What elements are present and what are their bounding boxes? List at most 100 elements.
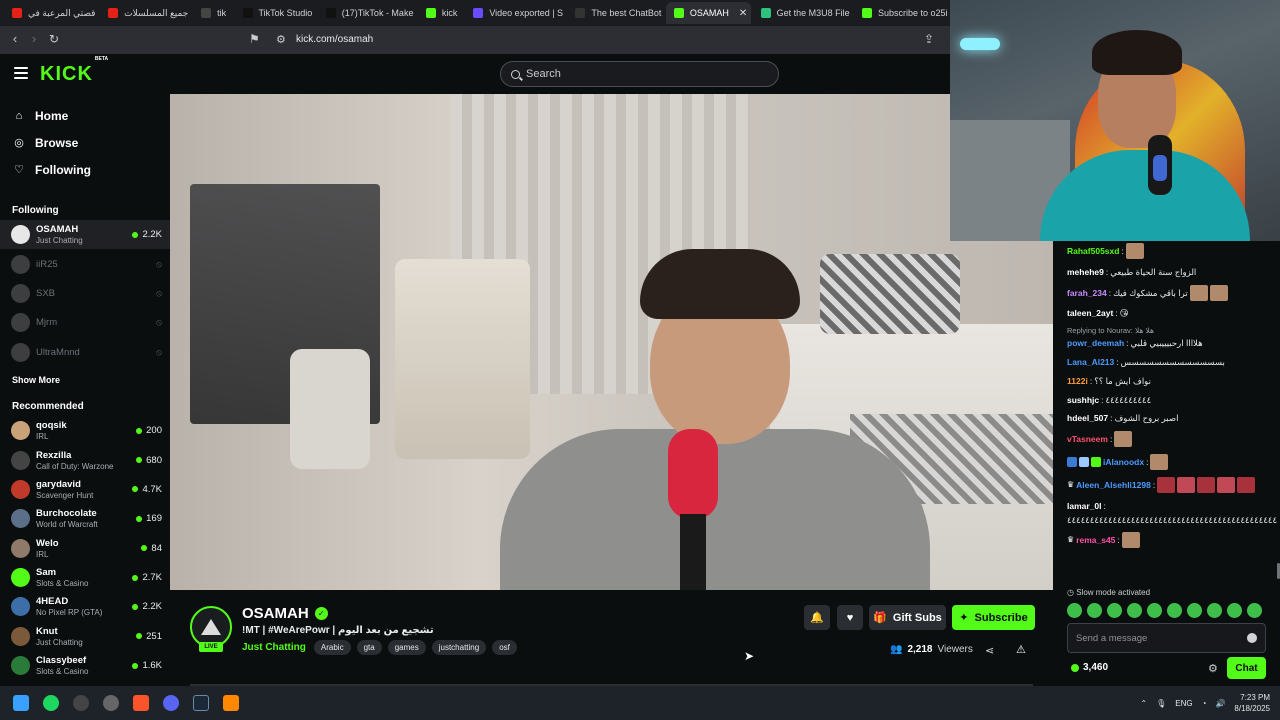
quick-emote-icon[interactable] — [1067, 603, 1082, 618]
chat-message[interactable]: powr_deemah: هلاااا ارحبيييبيي قلبي — [1067, 337, 1277, 349]
taskbar-brave[interactable] — [126, 688, 156, 718]
chat-username[interactable]: vTasneem — [1067, 433, 1108, 445]
chat-username[interactable]: Aleen_Alsehli1298 — [1076, 479, 1151, 491]
volume-icon[interactable]: 🔊 — [1215, 699, 1225, 708]
wifi-icon[interactable]: ◔ — [1202, 699, 1207, 708]
sidebar-channel[interactable]: garydavid Scavenger Hunt 4.7K — [0, 475, 170, 504]
chat-message[interactable]: Rahaf505sxd: — [1067, 243, 1277, 259]
chat-username[interactable]: rema_s45 — [1076, 534, 1115, 546]
chat-message-list[interactable]: Rahaf505sxd: mehehe9: الزواج سنة الحياة طب… — [1053, 241, 1277, 587]
share-page-icon[interactable]: ⇪ — [924, 32, 934, 46]
stream-category-link[interactable]: Just Chatting — [242, 642, 306, 653]
chat-message[interactable]: ♛ Aleen_Alsehli1298: — [1067, 476, 1277, 493]
browser-tab[interactable]: قصتي المرعبة في — [4, 2, 98, 24]
chat-message[interactable]: ♛ rema_s45: — [1067, 532, 1277, 549]
browser-tab[interactable]: (17)TikTok - Make — [318, 2, 416, 24]
sidebar-channel[interactable]: OSAMAH Just Chatting 2.2K — [0, 220, 170, 250]
quick-emote-icon[interactable] — [1247, 603, 1262, 618]
browser-tab[interactable]: OSAMAH ✕ — [665, 2, 751, 24]
chat-settings-icon[interactable]: ⚙ — [1208, 662, 1218, 675]
chat-username[interactable]: Rahaf505sxd — [1067, 245, 1119, 257]
sidebar-channel[interactable]: Welo IRL 84 — [0, 534, 170, 563]
report-icon[interactable]: ⚠ — [1016, 643, 1026, 656]
quick-emote-icon[interactable] — [1187, 603, 1202, 618]
forward-icon[interactable]: › — [24, 31, 44, 46]
quick-emote-icon[interactable] — [1207, 603, 1222, 618]
sidebar-channel[interactable]: qoqsik IRL 200 — [0, 416, 170, 445]
quick-emote-icon[interactable] — [1227, 603, 1242, 618]
chat-message[interactable]: taleen_2ayt: 😘 — [1067, 307, 1277, 319]
chat-username[interactable]: taleen_2ayt — [1067, 307, 1113, 319]
chat-username[interactable]: iAlanoodx — [1103, 456, 1144, 468]
emoji-picker-icon[interactable] — [1247, 633, 1257, 643]
quick-emote-icon[interactable] — [1107, 603, 1122, 618]
chat-message[interactable]: 1122i: نواف ايش ما ؟؟ — [1067, 375, 1277, 387]
quick-emote-icon[interactable] — [1087, 603, 1102, 618]
sidebar-channel[interactable]: Sam Slots & Casino 2.7K — [0, 563, 170, 592]
gift-subs-button[interactable]: 🎁 Gift Subs — [869, 605, 946, 630]
stream-tag[interactable]: osf — [492, 640, 517, 655]
chat-username[interactable]: farah_234 — [1067, 287, 1107, 299]
notification-bell-button[interactable]: 🔔 — [804, 605, 830, 630]
close-tab-icon[interactable]: ✕ — [739, 8, 747, 19]
chat-username[interactable]: mehehe9 — [1067, 266, 1104, 278]
stream-tag[interactable]: justchatting — [431, 640, 487, 655]
language-indicator[interactable]: ENG — [1175, 699, 1192, 708]
chat-message[interactable]: hdeel_507: اصبر بروح الشوف — [1067, 412, 1277, 424]
browser-tab[interactable]: Video exported | S — [465, 2, 565, 24]
sidebar-channel[interactable]: 4HEAD No Pixel RP (GTA) 2.2K — [0, 592, 170, 621]
subscribe-button[interactable]: ✦ Subscribe — [952, 605, 1035, 630]
share-icon[interactable]: ⋖ — [985, 644, 994, 657]
search-input[interactable]: Search — [500, 61, 779, 87]
microphone-icon[interactable]: 🎙 — [1156, 699, 1166, 708]
kick-logo[interactable]: KICKBETA — [40, 56, 108, 86]
taskbar-steam[interactable] — [186, 688, 216, 718]
sidebar-channel[interactable]: Rexzilla Call of Duty: Warzone 680 — [0, 445, 170, 474]
taskbar-vlc[interactable] — [216, 688, 246, 718]
chat-message[interactable]: lamar_0l: ٤٤٤٤٤٤٤٤٤٤٤٤٤٤٤٤٤٤٤٤٤٤٤٤٤٤٤٤٤٤٤… — [1067, 500, 1277, 526]
channel-points[interactable]: 3,460 — [1071, 662, 1108, 673]
chat-username[interactable]: lamar_0l — [1067, 500, 1102, 512]
chat-message[interactable]: mehehe9: الزواج سنة الحياة طبيعي — [1067, 266, 1277, 278]
streamer-name[interactable]: OSAMAH ✓ — [242, 605, 328, 622]
chat-username[interactable]: Lana_Al213 — [1067, 356, 1114, 368]
video-player[interactable] — [170, 94, 1053, 590]
chat-message-input[interactable]: Send a message — [1067, 623, 1266, 653]
browser-tab[interactable]: Get the M3U8 File — [753, 2, 852, 24]
send-chat-button[interactable]: Chat — [1227, 657, 1266, 679]
sidebar-channel[interactable]: UltraMnnd ⦸ — [0, 338, 170, 367]
browser-tab[interactable]: tik — [193, 2, 232, 24]
taskbar-spotify[interactable] — [36, 688, 66, 718]
browser-tab[interactable]: kick — [418, 2, 463, 24]
chat-message[interactable]: iAlanoodx: — [1067, 453, 1277, 470]
follow-heart-button[interactable]: ♥ — [837, 605, 863, 630]
chat-message[interactable]: sushhjc:٤٤٤٤٤٤٤٤٤٤ — [1067, 394, 1277, 406]
chat-username[interactable]: 1122i — [1067, 375, 1088, 387]
chat-message[interactable]: vTasneem: — [1067, 431, 1277, 448]
start-button[interactable] — [6, 688, 36, 718]
taskbar-app[interactable] — [96, 688, 126, 718]
nav-following[interactable]: ♡ Following — [0, 156, 170, 183]
browser-tab[interactable]: Subscribe to o25i — [854, 2, 950, 24]
sidebar-channel[interactable]: Burchocolate World of Warcraft 169 — [0, 504, 170, 533]
chat-message[interactable]: farah_234: ترا باقي مشكوك فيك — [1067, 284, 1277, 301]
system-clock[interactable]: 7:23 PM 8/18/2025 — [1234, 692, 1270, 714]
nav-browse[interactable]: ◎ Browse — [0, 129, 170, 156]
chat-username[interactable]: sushhjc — [1067, 394, 1099, 406]
show-more-link[interactable]: Show More — [0, 375, 170, 385]
nav-home[interactable]: ⌂ Home — [0, 102, 170, 129]
browser-tab[interactable]: جميع المسلسلات — [100, 2, 191, 24]
taskbar-obs[interactable] — [66, 688, 96, 718]
site-info-icon[interactable]: ⚙ — [276, 33, 286, 46]
url-field[interactable]: kick.com/osamah — [296, 34, 373, 45]
tray-overflow-icon[interactable]: ⌃ — [1140, 699, 1147, 708]
chat-username[interactable]: hdeel_507 — [1067, 412, 1108, 424]
bookmark-icon[interactable]: ⚑ — [249, 32, 260, 46]
chat-message[interactable]: Lana_Al213: بسسسسسسسسسسسسس — [1067, 356, 1277, 368]
sidebar-channel[interactable]: Classybeef Slots & Casino 1.6K — [0, 651, 170, 680]
taskbar-discord[interactable] — [156, 688, 186, 718]
browser-tab[interactable]: The best ChatBot — [567, 2, 664, 24]
quick-emote-icon[interactable] — [1147, 603, 1162, 618]
sidebar-channel[interactable]: Mjrm ⦸ — [0, 308, 170, 337]
quick-emote-icon[interactable] — [1127, 603, 1142, 618]
